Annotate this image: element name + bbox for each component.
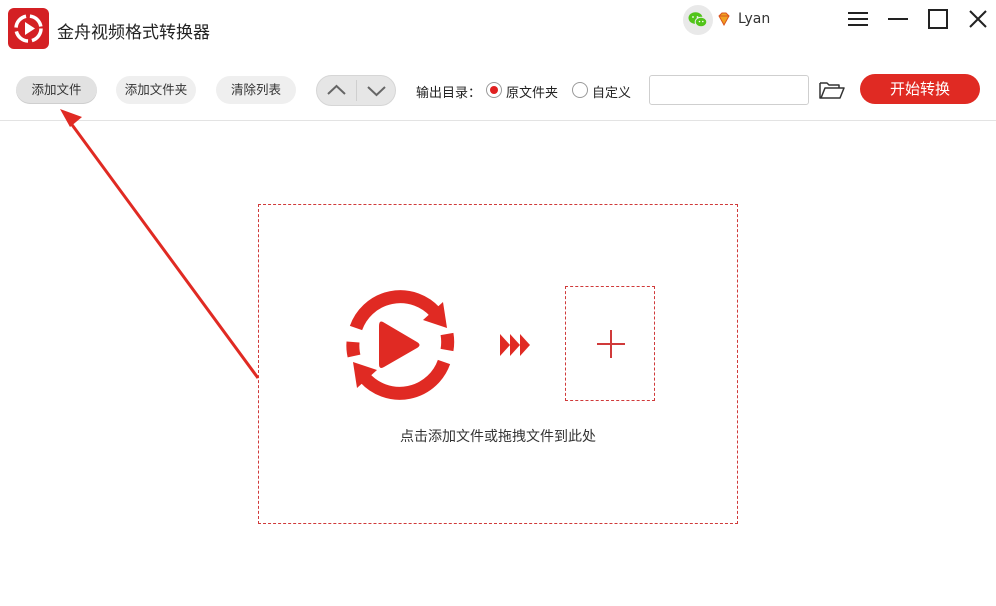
minimize-button[interactable] [885, 6, 911, 32]
maximize-button[interactable] [925, 6, 951, 32]
hamburger-menu-icon [848, 12, 868, 26]
wechat-icon[interactable] [683, 5, 713, 35]
close-button[interactable] [965, 6, 991, 32]
vip-diamond-icon [717, 11, 731, 27]
add-file-box[interactable] [565, 286, 655, 401]
app-title: 金舟视频格式转换器 [57, 23, 210, 43]
output-dir-label: 输出目录： [416, 86, 482, 101]
browse-folder-button[interactable] [818, 78, 846, 102]
move-order-group [316, 75, 396, 106]
app-logo-icon [8, 8, 49, 49]
minimize-icon [888, 18, 908, 20]
menu-button[interactable] [845, 6, 871, 32]
username[interactable]: Lyan [738, 11, 770, 27]
start-convert-button[interactable]: 开始转换 [860, 74, 980, 104]
drop-zone[interactable] [258, 204, 738, 524]
radio-custom-folder-label[interactable]: 自定义 [592, 82, 631, 101]
add-file-button[interactable]: 添加文件 [16, 76, 97, 104]
video-convert-logo-icon [339, 284, 461, 406]
radio-custom-folder[interactable] [572, 82, 588, 98]
maximize-icon [928, 9, 948, 29]
plus-icon [597, 330, 625, 358]
drop-hint-text: 点击添加文件或拖拽文件到此处 [400, 429, 596, 445]
output-path-input[interactable] [649, 75, 809, 105]
chevron-down-icon [367, 86, 386, 97]
clear-list-button[interactable]: 清除列表 [216, 76, 296, 104]
toolbar: 添加文件 添加文件夹 清除列表 输出目录： 原文件夹 自定义 开始转换 [0, 60, 996, 121]
add-folder-button[interactable]: 添加文件夹 [116, 76, 196, 104]
radio-original-folder-label[interactable]: 原文件夹 [506, 82, 558, 101]
move-up-button[interactable] [317, 76, 356, 105]
fast-forward-arrows-icon [500, 334, 532, 356]
chevron-up-icon [327, 84, 346, 95]
radio-original-folder[interactable] [486, 82, 502, 98]
title-bar: 金舟视频格式转换器 Lyan [0, 0, 996, 60]
open-folder-icon [819, 82, 845, 99]
close-icon [969, 10, 987, 28]
move-down-button[interactable] [357, 76, 395, 105]
